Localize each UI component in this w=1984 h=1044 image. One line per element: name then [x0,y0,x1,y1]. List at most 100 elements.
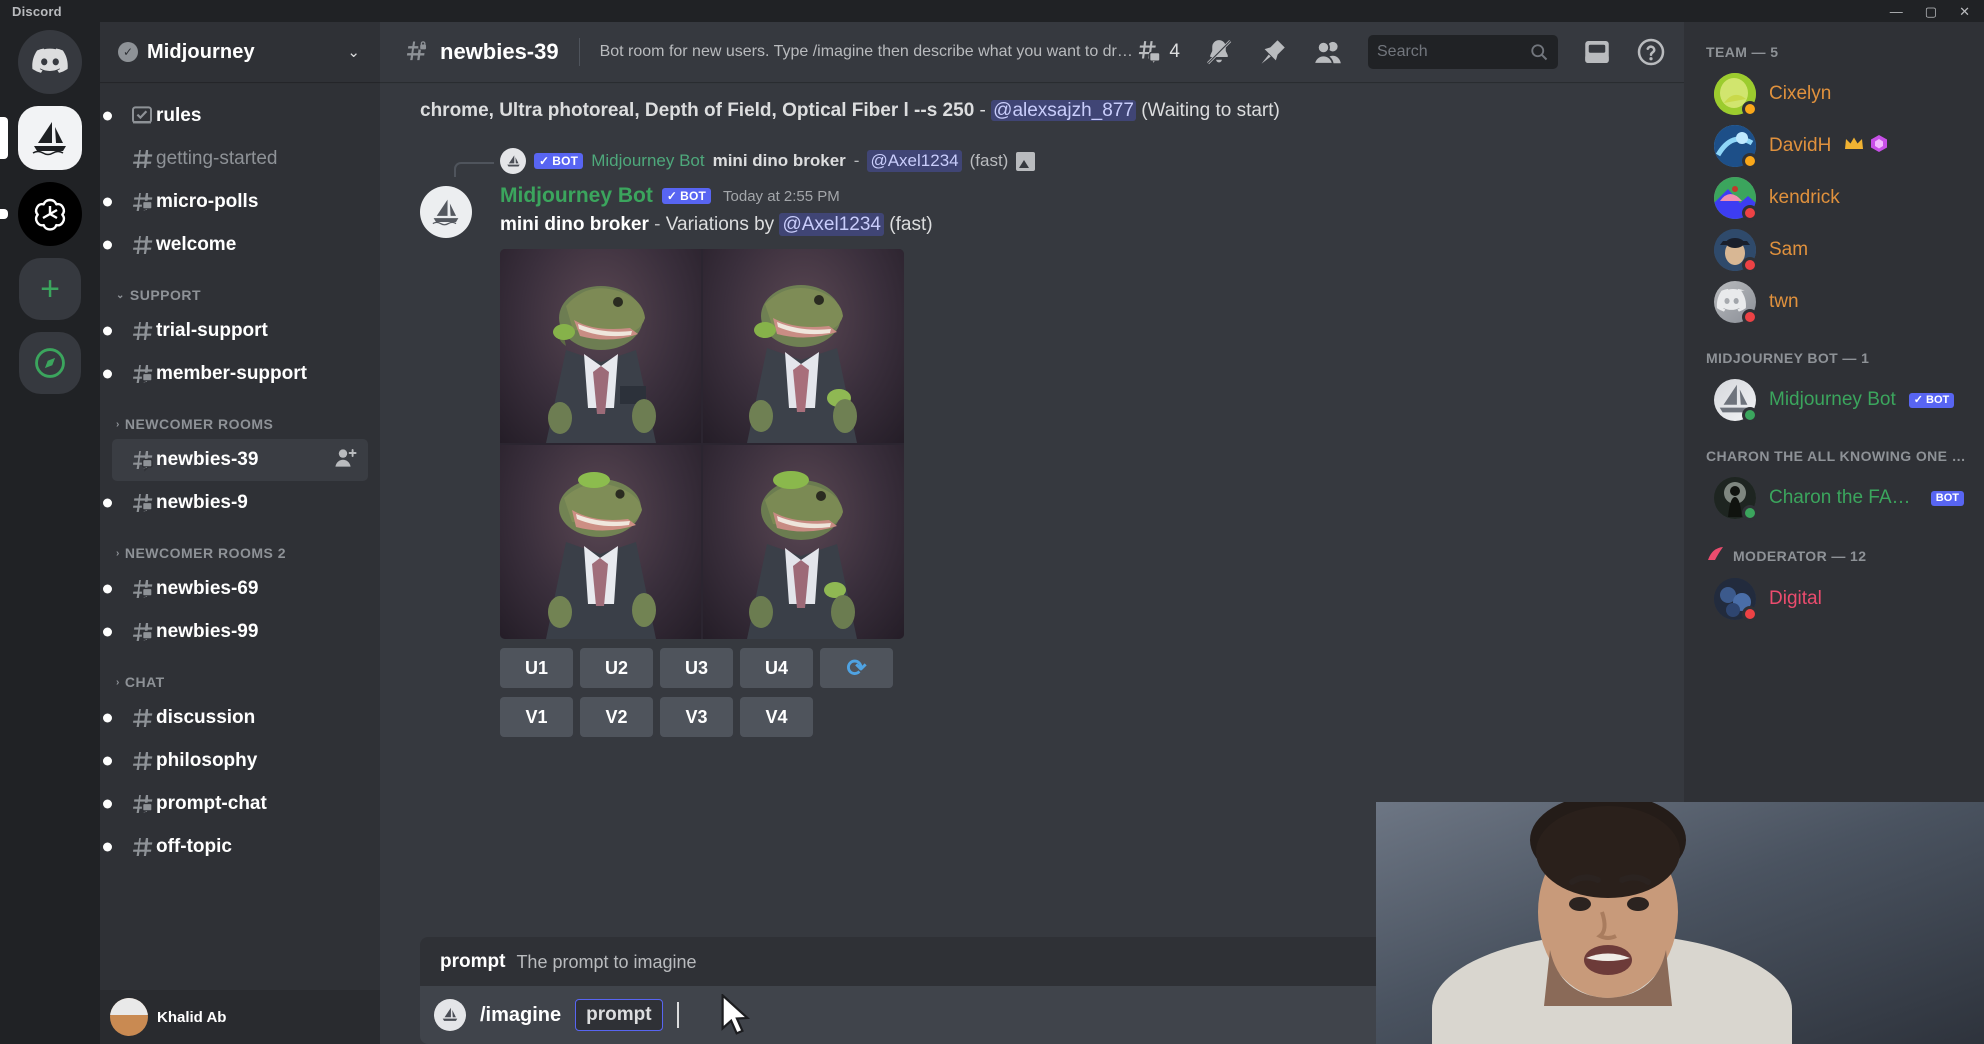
sidebar-channel-newbies-39[interactable]: newbies-39 [112,439,368,481]
channel-name: micro-polls [156,191,259,212]
guild-discord-home[interactable] [18,30,82,94]
grid-quadrant-3[interactable] [500,445,701,639]
slash-command-label: /imagine [480,1003,562,1026]
close-button[interactable]: ✕ [1959,5,1970,18]
status-indicator-dnd [1742,606,1758,622]
midjourney-sailboat-icon [432,199,459,226]
upscale-u1-button[interactable]: U1 [500,648,573,688]
sidebar-channel-prompt-chat[interactable]: prompt-chat [103,783,368,825]
reroll-button[interactable]: ⟳ [820,648,893,688]
add-server-button[interactable]: + [19,258,81,320]
presenter-face [1530,802,1686,1006]
variation-v3-button[interactable]: V3 [660,697,733,737]
upscale-u2-button[interactable]: U2 [580,648,653,688]
openai-logo-icon [34,198,66,231]
channel-category-support[interactable]: ⌄ SUPPORT [100,267,380,309]
hash-thread-icon [130,620,156,644]
sidebar-channel-micro-polls[interactable]: micro-polls [103,181,368,223]
add-member-icon[interactable] [334,447,358,474]
member-row[interactable]: kendrick [1692,172,1976,224]
help-button[interactable] [1636,37,1666,67]
channel-name: trial-support [156,320,268,341]
message-author[interactable]: Midjourney Bot [500,184,653,208]
guild-midjourney[interactable] [18,106,82,170]
variation-v4-button[interactable]: V4 [740,697,813,737]
previous-message-mention[interactable]: @alexsajzh_877 [991,100,1136,121]
channel-header: newbies-39 Bot room for new users. Type … [380,22,1684,82]
sidebar-channel-welcome[interactable]: welcome [103,224,368,266]
channel-category-newcomer-rooms-2[interactable]: › NEWCOMER ROOMS 2 [100,525,380,567]
dino-broker-illustration [545,286,656,443]
unread-indicator [103,756,112,766]
channel-topic[interactable]: Bot room for new users. Type /imagine th… [600,43,1135,61]
sidebar-channel-off-topic[interactable]: off-topic [103,826,368,868]
sidebar-channel-newbies-9[interactable]: newbies-9 [103,482,368,524]
hash-icon [130,147,156,171]
sidebar-channel-member-support[interactable]: member-support [103,353,368,395]
pinned-messages-button[interactable] [1258,37,1288,67]
reply-reference[interactable]: ✓ BOT Midjourney Bot mini dino broker - @… [380,148,1684,177]
member-group-label: TEAM — 5 [1706,44,1779,60]
server-header[interactable]: ✓ Midjourney ⌄ [100,22,380,82]
member-row[interactable]: Midjourney Bot ✓ BOT [1692,374,1976,426]
unread-indicator [103,240,112,250]
sidebar-channel-philosophy[interactable]: philosophy [103,740,368,782]
member-row[interactable]: Charon the FAQ … BOT [1692,472,1976,524]
notification-settings-button[interactable] [1204,37,1234,67]
guild-openai[interactable] [18,182,82,246]
sidebar-channel-newbies-69[interactable]: newbies-69 [103,568,368,610]
variation-v2-button[interactable]: V2 [580,697,653,737]
channel-category-newcomer-rooms[interactable]: › NEWCOMER ROOMS [100,396,380,438]
member-row[interactable]: twn [1692,276,1976,328]
user-panel[interactable]: Khalid Ab [100,990,380,1044]
command-option-chip[interactable]: prompt [575,999,663,1031]
inbox-icon [1585,41,1609,63]
upscale-u3-button[interactable]: U3 [660,648,733,688]
inbox-button[interactable] [1582,37,1612,67]
category-label: NEWCOMER ROOMS [124,416,274,432]
sidebar-channel-newbies-99[interactable]: newbies-99 [103,611,368,653]
member-group-header: TEAM — 5 [1684,44,1984,68]
grid-quadrant-4[interactable] [703,445,904,639]
member-list-toggle[interactable] [1312,38,1344,66]
header-toolbar: 4 Search [1134,35,1672,69]
sidebar-channel-rules[interactable]: rules [103,95,368,137]
channel-category-chat[interactable]: › CHAT [100,654,380,696]
member-row[interactable]: DavidH [1692,120,1976,172]
sidebar-channel-discussion[interactable]: discussion [103,697,368,739]
member-row[interactable]: Sam [1692,224,1976,276]
unread-indicator [103,498,112,508]
threads-button[interactable]: 4 [1134,39,1180,65]
reply-author[interactable]: Midjourney Bot [591,151,704,171]
variation-v1-button[interactable]: V1 [500,697,573,737]
grid-quadrant-1[interactable] [500,249,701,443]
avatar [1714,229,1758,273]
maximize-button[interactable]: ▢ [1925,5,1937,18]
reply-mention[interactable]: @Axel1234 [867,150,962,172]
message-mention[interactable]: @Axel1234 [779,213,884,236]
unread-indicator [103,326,112,336]
message-timestamp: Today at 2:55 PM [723,187,840,205]
channel-name: welcome [156,234,237,255]
upscale-u4-button[interactable]: U4 [740,648,813,688]
avatar[interactable] [420,186,472,238]
minimize-button[interactable]: — [1890,5,1903,18]
member-row[interactable]: Cixelyn [1692,68,1976,120]
window-controls: — ▢ ✕ [1890,5,1984,18]
dino-broker-illustration [746,285,857,443]
sidebar-channel-getting-started[interactable]: getting-started [112,138,368,180]
generated-image-grid[interactable] [500,249,904,639]
channel-list[interactable]: rules getting-started micro-polls welcome ⌄ S… [100,82,380,990]
member-row[interactable]: Digital [1692,573,1976,625]
explore-servers-button[interactable] [19,332,81,394]
chevron-down-icon[interactable]: ⌄ [347,43,360,61]
member-group-header: MODERATOR — 12 [1684,524,1984,573]
grid-quadrant-2[interactable] [703,249,904,443]
channel-name: prompt-chat [156,793,267,814]
unread-indicator [103,627,112,637]
previous-message-dash: - [974,100,992,121]
search-input[interactable]: Search [1368,35,1558,69]
server-name: Midjourney [147,40,255,63]
sidebar-channel-trial-support[interactable]: trial-support [103,310,368,352]
channel-name: member-support [156,363,307,384]
